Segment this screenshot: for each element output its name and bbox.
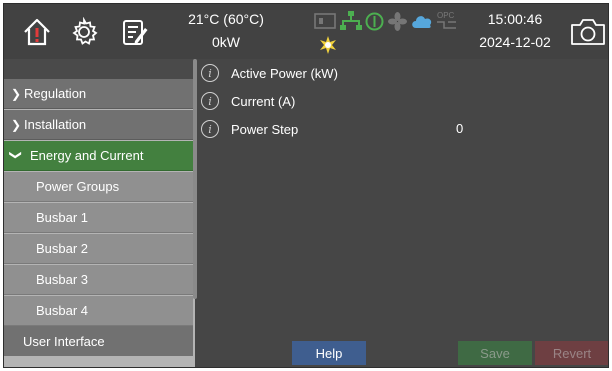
sidebar-subitem-busbar-2[interactable]: Busbar 2 bbox=[4, 234, 193, 264]
power-step-row: i Power Step bbox=[201, 118, 298, 140]
display-icon bbox=[314, 13, 336, 29]
sidebar-subitem-busbar-4[interactable]: Busbar 4 bbox=[4, 296, 193, 326]
info-icon[interactable]: i bbox=[201, 64, 219, 82]
sidebar-item-label: Regulation bbox=[24, 86, 87, 101]
edit-icon[interactable] bbox=[118, 16, 150, 48]
fan-icon bbox=[388, 12, 407, 31]
row-label: Active Power (kW) bbox=[231, 65, 338, 81]
cloud-icon bbox=[412, 16, 432, 28]
app-window: 21°C (60°C) 0kW OPC 15:00:46 2024-12-02 … bbox=[3, 3, 609, 368]
sidebar-subitem-busbar-3[interactable]: Busbar 3 bbox=[4, 265, 193, 295]
chevron-right-icon: ❯ bbox=[11, 117, 22, 132]
time-readout: 15:00:46 bbox=[487, 11, 543, 27]
save-button[interactable]: Save bbox=[458, 341, 532, 365]
power-readout: 0kW bbox=[212, 34, 240, 50]
sidebar-subitem-busbar-1[interactable]: Busbar 1 bbox=[4, 203, 193, 233]
opc-label: OPC bbox=[437, 11, 455, 20]
row-label: Power Step bbox=[231, 121, 299, 137]
sidebar-item-label: Installation bbox=[24, 117, 87, 132]
info-icon[interactable]: i bbox=[201, 120, 219, 138]
active-power-row: i Active Power (kW) bbox=[201, 62, 338, 84]
power-step-value: 0 bbox=[456, 121, 464, 136]
camera-icon[interactable] bbox=[569, 16, 607, 48]
sidebar-item-label: Energy and Current bbox=[30, 148, 144, 163]
row-label: Current (A) bbox=[231, 93, 296, 109]
opc-icon: OPC bbox=[436, 11, 458, 31]
sun-star-icon bbox=[320, 36, 336, 54]
power-status-icon bbox=[365, 12, 384, 31]
chevron-down-icon: ❯ bbox=[9, 149, 23, 160]
date-readout: 2024-12-02 bbox=[479, 34, 551, 50]
sidebar-subitem-power-groups[interactable]: Power Groups bbox=[4, 172, 193, 202]
header-bar: 21°C (60°C) 0kW OPC 15:00:46 2024-12-02 bbox=[4, 4, 608, 59]
gear-icon[interactable] bbox=[68, 16, 100, 48]
info-icon[interactable]: i bbox=[201, 92, 219, 110]
sidebar-item-energy-and-current[interactable]: ❯ Energy and Current bbox=[4, 141, 193, 171]
sidebar-item-user-interface[interactable]: User Interface bbox=[4, 326, 193, 356]
home-alert-icon[interactable] bbox=[20, 15, 54, 49]
current-row: i Current (A) bbox=[201, 90, 295, 112]
sidebar-item-regulation[interactable]: ❯ Regulation bbox=[4, 79, 193, 109]
sidebar-scrollbar[interactable] bbox=[193, 59, 197, 299]
help-button[interactable]: Help bbox=[292, 341, 366, 365]
temperature-readout: 21°C (60°C) bbox=[188, 11, 264, 27]
system-status-icons: OPC bbox=[312, 11, 457, 55]
chevron-right-icon: ❯ bbox=[11, 86, 22, 101]
network-icon bbox=[340, 11, 362, 30]
revert-button[interactable]: Revert bbox=[535, 341, 608, 365]
sidebar-item-installation[interactable]: ❯ Installation bbox=[4, 110, 193, 140]
